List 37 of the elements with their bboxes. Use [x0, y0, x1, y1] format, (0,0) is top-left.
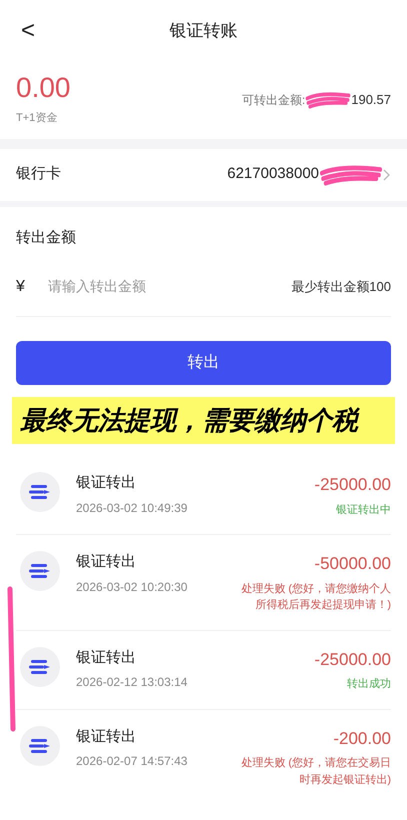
record-time: 2026-03-02 10:20:30: [76, 578, 188, 596]
record-title: 银证转出: [76, 552, 137, 572]
amount-input[interactable]: 请输入转出金额: [48, 276, 292, 297]
transfer-icon: [20, 646, 60, 686]
balance-caption: T+1资金: [16, 111, 58, 126]
transfer-icon: [20, 726, 60, 766]
chevron-icon[interactable]: [383, 168, 391, 180]
currency-symbol: ¥: [16, 276, 26, 296]
record-title: 银证转出: [76, 473, 137, 493]
available-label: 可转出金额:: [242, 92, 306, 109]
available-value: 190.57: [351, 91, 391, 109]
record-amount: -25000.00: [314, 474, 391, 496]
balance-amount: 0.00: [16, 74, 70, 102]
page-title: 银证转账: [170, 20, 238, 42]
record-time: 2026-03-02 10:49:39: [76, 500, 188, 516]
record-title: 银证转出: [76, 726, 137, 746]
transfer-icon: [20, 551, 60, 591]
record-title: 银证转出: [76, 648, 137, 668]
transfer-button[interactable]: 转出: [16, 341, 391, 385]
record-amount: -25000.00: [314, 648, 391, 670]
bank-card-number: 62170038000: [227, 164, 319, 184]
minimum-hint: 最少转出金额100: [291, 278, 391, 296]
record-status: 转出成功: [347, 677, 391, 692]
record-amount: -200.00: [333, 728, 391, 750]
redaction-scribble: [305, 90, 352, 109]
record-time: 2026-02-07 14:57:43: [76, 753, 188, 770]
amount-label: 转出金额: [16, 228, 77, 248]
transfer-icon: [20, 472, 60, 512]
record-status: 处理失败 (您好，请您缴纳个人所得税后再发起提现申请！): [240, 582, 391, 613]
redaction-scribble: [319, 164, 383, 186]
back-button[interactable]: <: [16, 13, 40, 49]
warning-banner: 最终无法提现，需要缴纳个税: [12, 397, 395, 444]
record-time: 2026-02-12 13:03:14: [76, 674, 188, 691]
record-status: 处理失败 (您好，请您在交易日时再发起银证转出): [240, 756, 391, 788]
record-amount: -50000.00: [314, 553, 391, 575]
record-status: 银证转出中: [336, 502, 391, 518]
bank-card-label: 银行卡: [16, 164, 61, 184]
